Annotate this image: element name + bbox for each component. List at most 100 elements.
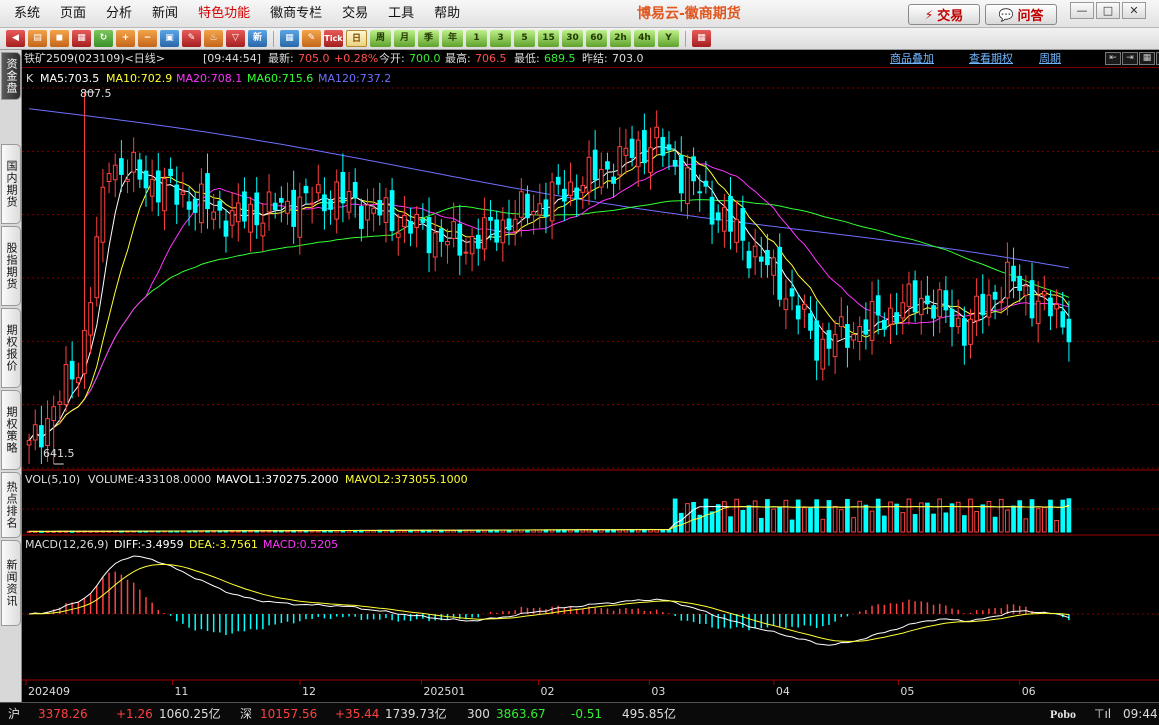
candle-body [358, 206, 364, 229]
tick-button[interactable]: Tick [324, 30, 343, 47]
menu-system[interactable]: 系统 [4, 0, 50, 28]
back-icon[interactable]: ◀ [6, 30, 25, 47]
menu-help[interactable]: 帮助 [424, 0, 470, 28]
period-week[interactable]: 周 [370, 30, 391, 47]
candle-body [285, 200, 290, 214]
period-month[interactable]: 月 [394, 30, 415, 47]
candle-body [322, 194, 327, 212]
candle-body [426, 217, 432, 254]
candle-body [580, 184, 586, 193]
candle-body [777, 246, 783, 300]
candle-body [500, 219, 506, 244]
period-5min[interactable]: 5 [514, 30, 535, 47]
candle-body [808, 313, 813, 331]
menu-news[interactable]: 新闻 [142, 0, 188, 28]
candle-body [94, 236, 100, 299]
sidebar-tab-news[interactable]: 新闻资讯 [1, 540, 21, 626]
ma120-line [29, 108, 1069, 269]
menu-bar: 系统 页面 分析 新闻 特色功能 徽商专栏 交易 工具 帮助 博易云-徽商期货 … [0, 0, 1159, 28]
candle-body [980, 293, 986, 316]
sidebar-tab-domestic-futures[interactable]: 国内期货 [1, 144, 21, 224]
candle-body [457, 223, 463, 256]
candle-body [543, 199, 549, 218]
candle-body [254, 192, 260, 226]
candle-body [758, 256, 764, 262]
refresh-icon[interactable]: ↻ [94, 30, 113, 47]
menu-page[interactable]: 页面 [50, 0, 96, 28]
sidebar-tab-funds[interactable]: 资金盘 [1, 52, 21, 100]
pobo-logo: Pobo [1050, 707, 1077, 721]
candle-body [438, 228, 444, 242]
pen-icon[interactable]: ✎ [182, 30, 201, 47]
candle-body [432, 232, 438, 258]
period-1min[interactable]: 1 [466, 30, 487, 47]
scroll-left-icon[interactable]: ⇤ [1105, 52, 1121, 65]
candle-body [1066, 318, 1072, 343]
sidebar-tab-option-quotes[interactable]: 期权报价 [1, 308, 21, 388]
scroll-right-icon[interactable]: ⇥ [1122, 52, 1138, 65]
candle-body [955, 317, 961, 328]
candle-body [192, 198, 198, 213]
volume-bar [943, 512, 949, 533]
sh-index-amount: 1060.25亿 [159, 707, 221, 721]
period-30min[interactable]: 30 [562, 30, 583, 47]
candle-body [279, 198, 284, 203]
table-view-icon[interactable]: ▦ [280, 30, 299, 47]
alert-icon[interactable]: ♨ [204, 30, 223, 47]
trade-button[interactable]: ⚡ 交易 [908, 4, 980, 25]
print-icon[interactable]: ▦ [72, 30, 91, 47]
open-icon[interactable]: ▤ [28, 30, 47, 47]
sidebar-tab-hot-ranking[interactable]: 热点排名 [1, 472, 21, 538]
line-chart-icon[interactable]: ✎ [302, 30, 321, 47]
period-year[interactable]: 年 [442, 30, 463, 47]
zoom-in-icon[interactable]: + [116, 30, 135, 47]
minimize-icon[interactable]: — [1070, 2, 1094, 19]
volume-bar [925, 502, 930, 533]
chart-area[interactable]: 202409 11 12 202501 02 03 04 05 06 [22, 68, 1159, 702]
candle-body [186, 201, 192, 210]
low-label: 最低: [514, 52, 540, 65]
volume-bar [875, 498, 881, 533]
candle-body [235, 202, 241, 223]
menu-special-features[interactable]: 特色功能 [188, 0, 260, 28]
app-window: 系统 页面 分析 新闻 特色功能 徽商专栏 交易 工具 帮助 博易云-徽商期货 … [0, 0, 1159, 725]
volume-bar [685, 503, 690, 533]
layout-icon[interactable]: ▦ [692, 30, 711, 47]
save-icon[interactable]: ◼ [50, 30, 69, 47]
candle-body [303, 185, 309, 194]
menu-trade[interactable]: 交易 [332, 0, 378, 28]
period-15min[interactable]: 15 [538, 30, 559, 47]
period-link[interactable]: 周期 [1039, 50, 1061, 68]
candle-body [728, 195, 733, 232]
candle-body [617, 146, 623, 176]
period-custom[interactable]: Y [658, 30, 679, 47]
period-4h[interactable]: 4h [634, 30, 655, 47]
period-2h[interactable]: 2h [610, 30, 631, 47]
view-options-link[interactable]: 查看期权 [969, 50, 1013, 68]
candle-body [961, 318, 967, 346]
menu-huishang-column[interactable]: 徽商专栏 [260, 0, 332, 28]
candle-body [131, 151, 137, 173]
candle-body [845, 323, 850, 348]
filter-icon[interactable]: ▽ [226, 30, 245, 47]
period-quarter[interactable]: 季 [418, 30, 439, 47]
period-60min[interactable]: 60 [586, 30, 607, 47]
candle-body [88, 302, 93, 336]
qa-button[interactable]: 💬 问答 [985, 4, 1057, 25]
commodity-overlay-link[interactable]: 商品叠加 [890, 50, 934, 68]
candle-body [125, 178, 130, 182]
candle-body [340, 171, 346, 204]
layout-grid-icon[interactable]: ▦ [1139, 52, 1155, 65]
zoom-out-icon[interactable]: − [138, 30, 157, 47]
menu-tools[interactable]: 工具 [378, 0, 424, 28]
sidebar-tab-option-strategy[interactable]: 期权策略 [1, 390, 21, 470]
menu-analysis[interactable]: 分析 [96, 0, 142, 28]
candle-body [242, 191, 247, 222]
period-3min[interactable]: 3 [490, 30, 511, 47]
period-day[interactable]: 日 [346, 30, 367, 47]
indicator-icon[interactable]: ▣ [160, 30, 179, 47]
sidebar-tab-index-futures[interactable]: 股指期货 [1, 226, 21, 306]
news-icon[interactable]: 新 [248, 30, 267, 47]
maximize-icon[interactable]: □ [1096, 2, 1120, 19]
close-icon[interactable]: ✕ [1122, 2, 1146, 19]
